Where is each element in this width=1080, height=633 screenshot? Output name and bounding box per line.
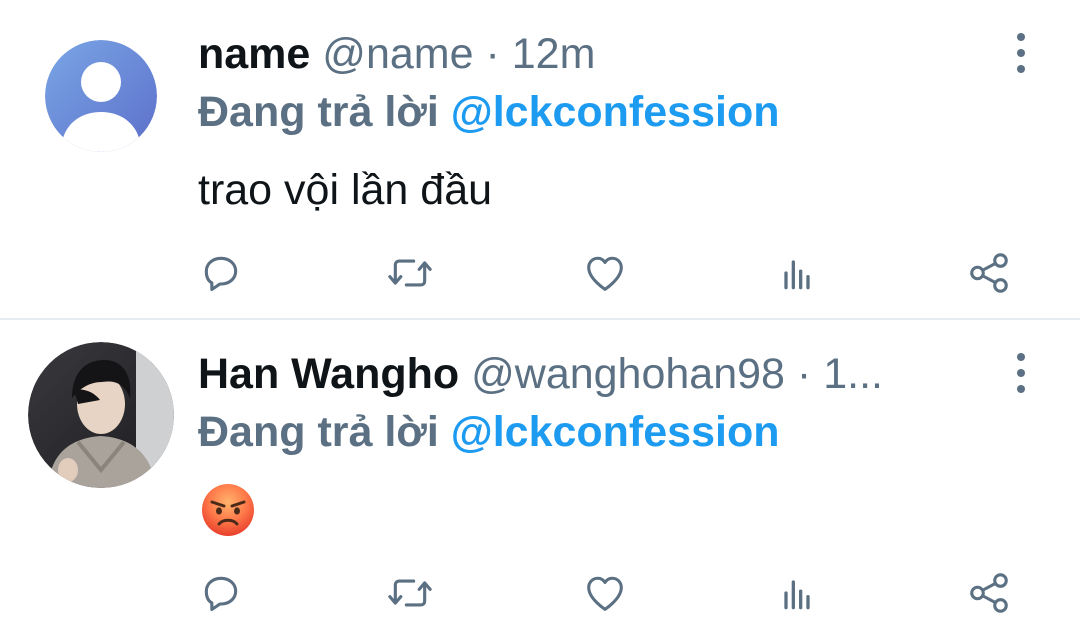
views-button[interactable]: [772, 248, 822, 298]
share-icon: [970, 573, 1008, 613]
retweet-icon: [388, 259, 432, 287]
display-name[interactable]: name: [198, 30, 310, 78]
profile-photo-avatar-icon: [28, 342, 174, 488]
tweet-header: Han Wangho @wanghohan98 · 1...: [198, 348, 883, 400]
tweet-actions: [0, 248, 1080, 298]
timestamp[interactable]: 12m: [512, 30, 596, 78]
tweet-actions: [0, 568, 1080, 618]
views-icon: [784, 260, 810, 290]
replying-to: Đang trả lời @lckconfession: [198, 86, 779, 138]
share-icon: [970, 253, 1008, 293]
replying-to-label: Đang trả lời: [198, 88, 439, 136]
heart-icon: [587, 256, 623, 291]
like-button[interactable]: [580, 568, 630, 618]
timestamp[interactable]: 1...: [823, 350, 883, 398]
default-profile-avatar-icon: [45, 40, 157, 152]
share-button[interactable]: [964, 248, 1014, 298]
replying-to: Đang trả lời @lckconfession: [198, 406, 779, 458]
share-button[interactable]: [964, 568, 1014, 618]
replying-to-label: Đang trả lời: [198, 408, 439, 456]
more-options-icon[interactable]: [1008, 353, 1034, 393]
display-name[interactable]: Han Wangho: [198, 350, 459, 398]
tweet-text: trao vội lần đầu: [198, 166, 493, 214]
mention-link[interactable]: @lckconfession: [451, 408, 780, 456]
reply-icon: [204, 576, 238, 612]
retweet-button[interactable]: [385, 568, 435, 618]
angry-face-emoji-icon: [202, 484, 254, 536]
like-button[interactable]: [580, 248, 630, 298]
tweet-emoji: [198, 480, 258, 552]
retweet-icon: [388, 579, 432, 607]
user-handle[interactable]: @name: [322, 30, 473, 78]
heart-icon: [587, 576, 623, 611]
reply-button[interactable]: [196, 248, 246, 298]
avatar[interactable]: [45, 40, 157, 152]
tweet-header: name @name · 12m: [198, 28, 595, 80]
separator-dot: ·: [796, 350, 812, 398]
more-options-icon[interactable]: [1008, 33, 1034, 73]
reply-icon: [204, 256, 238, 292]
separator-dot: ·: [485, 30, 500, 78]
retweet-button[interactable]: [385, 248, 435, 298]
user-handle[interactable]: @wanghohan98: [471, 350, 785, 398]
views-icon: [784, 580, 810, 610]
avatar[interactable]: [28, 342, 174, 488]
reply-button[interactable]: [196, 568, 246, 618]
views-button[interactable]: [772, 568, 822, 618]
mention-link[interactable]: @lckconfession: [451, 88, 780, 136]
